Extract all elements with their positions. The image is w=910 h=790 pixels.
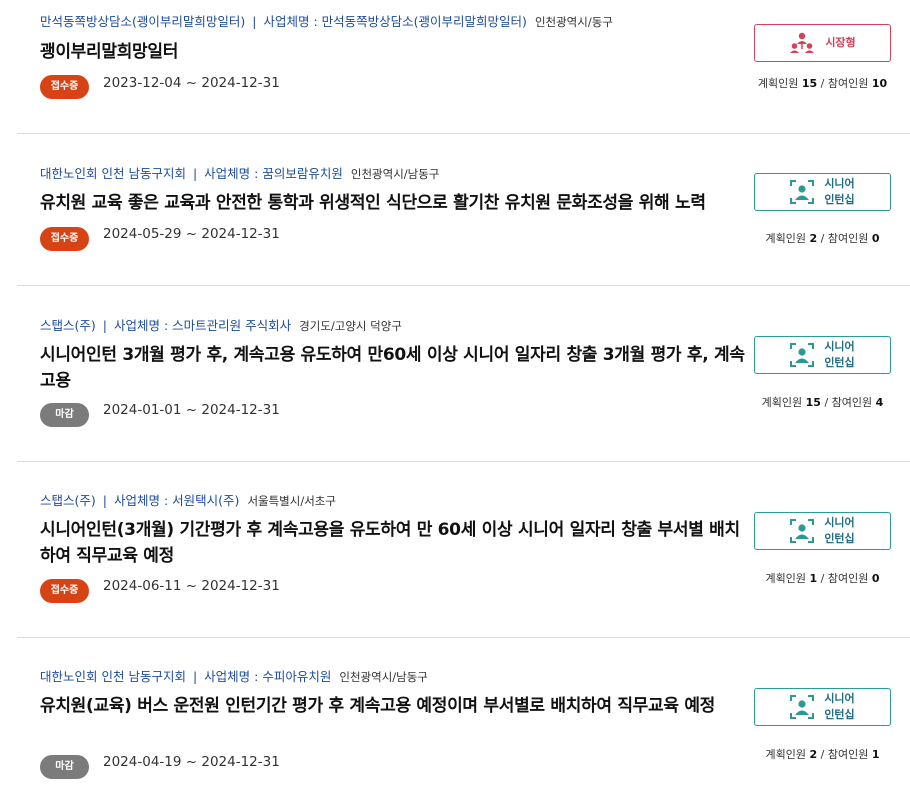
list-item[interactable]: 대한노인회 인천 남동구지회 | 사업체명 : 수피아유치원 인천광역시/남동구 유치… bbox=[17, 638, 910, 790]
period-text: 2024-04-19 ~ 2024-12-31 bbox=[103, 754, 280, 770]
status-badge: 접수중 bbox=[40, 75, 89, 99]
company-label: 사업체명 bbox=[113, 493, 160, 508]
planned-count: 15 bbox=[801, 77, 818, 90]
headcount: 계획인원 1 / 참여인원 0 bbox=[765, 572, 880, 585]
joined-count: 0 bbox=[871, 232, 880, 245]
company-name[interactable]: 서원택시(주) bbox=[172, 493, 239, 508]
joined-count: 0 bbox=[871, 572, 880, 585]
people-network-icon bbox=[790, 32, 815, 53]
company-name[interactable]: 수피아유치원 bbox=[262, 669, 331, 684]
planned-count: 2 bbox=[809, 232, 818, 245]
org-name[interactable]: 만석동쪽방상담소(괭이부리말희망일터) bbox=[40, 14, 245, 29]
headcount: 계획인원 2 / 참여인원 1 bbox=[765, 748, 880, 761]
headcount: 계획인원 15 / 참여인원 4 bbox=[761, 396, 884, 409]
company-name[interactable]: 꿈의보람유치원 bbox=[262, 166, 343, 181]
joined-count: 1 bbox=[871, 748, 880, 761]
company-label: 사업체명 bbox=[263, 14, 310, 29]
period-text: 2024-06-11 ~ 2024-12-31 bbox=[103, 578, 280, 594]
job-title[interactable]: 시니어인턴 3개월 평가 후, 계속고용 유도하여 만60세 이상 시니어 일자… bbox=[40, 342, 750, 394]
item-meta: 만석동쪽방상담소(괭이부리말희망일터) | 사업체명 : 만석동쪽방상담소(괭이부리… bbox=[40, 14, 613, 29]
person-frame-icon bbox=[790, 343, 815, 367]
type-button-intern[interactable]: 시니어 인턴십 bbox=[754, 173, 891, 211]
type-label: 시니어 인턴십 bbox=[824, 177, 855, 206]
org-name[interactable]: 대한노인회 인천 남동구지회 bbox=[40, 669, 186, 684]
company-label: 사업체명 bbox=[204, 669, 251, 684]
region-text: 서울특별시/서초구 bbox=[247, 494, 336, 508]
company-label: 사업체명 bbox=[113, 318, 160, 333]
period-text: 2024-01-01 ~ 2024-12-31 bbox=[103, 402, 280, 418]
person-frame-icon bbox=[790, 180, 815, 204]
period-text: 2023-12-04 ~ 2024-12-31 bbox=[103, 75, 280, 91]
type-label: 시장형 bbox=[825, 36, 856, 49]
job-title[interactable]: 괭이부리말희망일터 bbox=[40, 39, 750, 65]
item-meta: 스탭스(주) | 사업체명 : 서원택시(주) 서울특별시/서초구 bbox=[40, 493, 336, 508]
org-name[interactable]: 대한노인회 인천 남동구지회 bbox=[40, 166, 186, 181]
item-meta: 대한노인회 인천 남동구지회 | 사업체명 : 꿈의보람유치원 인천광역시/남동구 bbox=[40, 166, 440, 181]
region-text: 인천광역시/동구 bbox=[534, 15, 613, 29]
planned-count: 1 bbox=[809, 572, 818, 585]
headcount: 계획인원 2 / 참여인원 0 bbox=[765, 232, 880, 245]
type-button-intern[interactable]: 시니어 인턴십 bbox=[754, 336, 891, 374]
status-badge: 접수중 bbox=[40, 579, 89, 603]
org-name[interactable]: 스탭스(주) bbox=[40, 493, 96, 508]
org-name[interactable]: 스탭스(주) bbox=[40, 318, 96, 333]
type-label: 시니어 인턴십 bbox=[824, 340, 855, 369]
item-meta: 스탭스(주) | 사업체명 : 스마트관리원 주식회사 경기도/고양시 덕양구 bbox=[40, 318, 402, 333]
region-text: 경기도/고양시 덕양구 bbox=[299, 319, 402, 333]
list-item[interactable]: 만석동쪽방상담소(괭이부리말희망일터) | 사업체명 : 만석동쪽방상담소(괭이부리… bbox=[17, 0, 910, 134]
person-frame-icon bbox=[790, 519, 815, 543]
type-label: 시니어 인턴십 bbox=[824, 692, 855, 721]
list-item[interactable]: 대한노인회 인천 남동구지회 | 사업체명 : 꿈의보람유치원 인천광역시/남동구 유… bbox=[17, 134, 910, 286]
type-button-intern[interactable]: 시니어 인턴십 bbox=[754, 688, 891, 726]
list-item[interactable]: 스탭스(주) | 사업체명 : 서원택시(주) 서울특별시/서초구 시니어인턴(3개월… bbox=[17, 462, 910, 638]
item-meta: 대한노인회 인천 남동구지회 | 사업체명 : 수피아유치원 인천광역시/남동구 bbox=[40, 669, 428, 684]
job-list: 만석동쪽방상담소(괭이부리말희망일터) | 사업체명 : 만석동쪽방상담소(괭이부리… bbox=[0, 0, 910, 790]
status-badge: 접수중 bbox=[40, 227, 89, 251]
planned-count: 15 bbox=[805, 396, 821, 409]
planned-count: 2 bbox=[809, 748, 818, 761]
status-badge: 마감 bbox=[40, 755, 89, 779]
company-name[interactable]: 스마트관리원 주식회사 bbox=[172, 318, 291, 333]
company-label: 사업체명 bbox=[204, 166, 251, 181]
company-name[interactable]: 만석동쪽방상담소(괭이부리말희망일터) bbox=[322, 14, 527, 29]
job-title[interactable]: 시니어인턴(3개월) 기간평가 후 계속고용을 유도하여 만 60세 이상 시니… bbox=[40, 517, 750, 569]
type-label: 시니어 인턴십 bbox=[824, 516, 855, 545]
job-title[interactable]: 유치원(교육) 버스 운전원 인턴기간 평가 후 계속고용 예정이며 부서별로 … bbox=[40, 693, 750, 719]
period-text: 2024-05-29 ~ 2024-12-31 bbox=[103, 226, 280, 242]
list-item[interactable]: 스탭스(주) | 사업체명 : 스마트관리원 주식회사 경기도/고양시 덕양구 시니어… bbox=[17, 286, 910, 462]
joined-count: 4 bbox=[875, 396, 884, 409]
joined-count: 10 bbox=[871, 77, 888, 90]
headcount: 계획인원 15 / 참여인원 10 bbox=[757, 77, 888, 90]
type-button-market[interactable]: 시장형 bbox=[754, 24, 891, 62]
region-text: 인천광역시/남동구 bbox=[339, 670, 428, 684]
type-button-intern[interactable]: 시니어 인턴십 bbox=[754, 512, 891, 550]
person-frame-icon bbox=[790, 695, 815, 719]
job-title[interactable]: 유치원 교육 좋은 교육과 안전한 통학과 위생적인 식단으로 활기찬 유치원 … bbox=[40, 190, 770, 216]
status-badge: 마감 bbox=[40, 403, 89, 427]
region-text: 인천광역시/남동구 bbox=[350, 167, 440, 181]
